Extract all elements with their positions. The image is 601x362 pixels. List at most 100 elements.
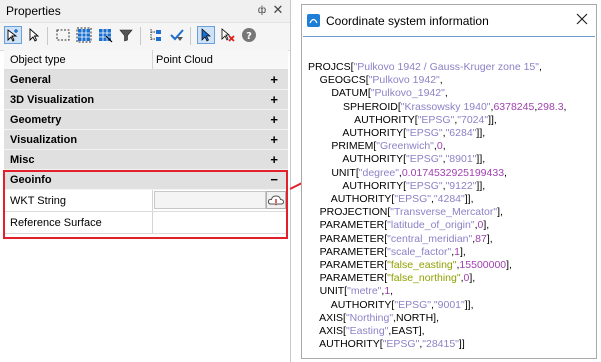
- expand-icon[interactable]: +: [270, 70, 278, 90]
- wkt-keyword: ],: [506, 259, 512, 272]
- wkt-text-area[interactable]: PROJCS["Pulkovo 1942 / Gauss-Kruger zone…: [303, 36, 595, 359]
- category-label: Visualization: [10, 134, 78, 146]
- select-arrow-icon[interactable]: [25, 26, 43, 44]
- pointer-remove-icon[interactable]: [218, 26, 236, 44]
- close-icon[interactable]: [575, 12, 589, 26]
- wkt-string: "Pulkovo 1942": [368, 74, 440, 87]
- wkt-line: PARAMETER["latitude_of_origin",0],: [308, 219, 566, 232]
- wkt-keyword: ,NORTH],: [393, 311, 439, 324]
- coordinate-window: Coordinate system information PROJCS["Pu…: [301, 4, 597, 359]
- filter-funnel-icon[interactable]: [117, 26, 135, 44]
- wkt-line: PRIMEM["Greenwich",0,: [308, 140, 566, 153]
- select-grid-alt-icon[interactable]: [96, 26, 114, 44]
- object-type-value: Point Cloud: [156, 54, 213, 66]
- toolbar-divider: [47, 27, 48, 45]
- wkt-string-field[interactable]: [154, 191, 266, 209]
- collapse-icon[interactable]: −: [270, 170, 278, 190]
- properties-panel: Properties ф ✕ ? Object type Point Cloud…: [0, 0, 291, 362]
- wkt-string: "4284": [433, 193, 465, 206]
- wkt-keyword: ]],: [476, 153, 486, 166]
- category-label: Geometry: [10, 114, 62, 126]
- wkt-string: "EPSG": [382, 338, 420, 351]
- wkt-string: "8901": [445, 153, 477, 166]
- column-divider: [152, 212, 153, 233]
- wkt-line: SPHEROID["Krassowsky 1940",6378245,298.3…: [308, 101, 566, 114]
- wkt-string: "degree": [358, 166, 399, 179]
- wkt-keyword: ]],: [488, 113, 497, 126]
- select-rect-icon[interactable]: [54, 26, 72, 44]
- wkt-string: "Easting": [345, 325, 389, 338]
- wkt-line: PARAMETER["scale_factor",1],: [308, 246, 566, 259]
- wkt-keyword: PARAMETER[: [308, 245, 388, 258]
- wkt-string: "EPSG": [406, 179, 443, 192]
- toolbar-divider: [140, 27, 141, 45]
- wkt-keyword: ]],: [464, 193, 474, 206]
- close-icon[interactable]: ✕: [272, 3, 284, 17]
- object-type-label: Object type: [10, 54, 66, 66]
- wkt-keyword: PROJCS[: [308, 61, 354, 73]
- wkt-line: DATUM["Pulkovo_1942",: [308, 87, 566, 100]
- wkt-number: 0.0174532925199433: [401, 166, 505, 179]
- wkt-number: 6378245: [493, 100, 535, 113]
- wkt-keyword: AXIS[: [308, 325, 346, 338]
- wkt-keyword: ]]: [458, 338, 465, 351]
- wkt-keyword: ]],: [476, 179, 486, 192]
- expand-icon[interactable]: +: [270, 90, 278, 110]
- wkt-keyword: AUTHORITY[: [308, 113, 418, 126]
- wkt-keyword: AUTHORITY[: [308, 127, 407, 140]
- toolbar-divider: [190, 27, 191, 45]
- category-3d-visualization[interactable]: 3D Visualization +: [4, 90, 288, 110]
- wkt-line: AUTHORITY["EPSG","9122"]],: [308, 180, 566, 193]
- wkt-keyword: UNIT[: [308, 166, 359, 179]
- wkt-line: PARAMETER["central_meridian",87],: [308, 233, 566, 246]
- category-geoinfo[interactable]: Geoinfo −: [4, 170, 288, 190]
- wkt-keyword: UNIT[: [308, 285, 348, 298]
- wkt-keyword: PARAMETER[: [308, 259, 388, 272]
- category-geometry[interactable]: Geometry +: [4, 110, 288, 130]
- wkt-line: UNIT["metre",1,: [308, 285, 566, 298]
- category-label: General: [10, 74, 51, 86]
- coordinate-title-bar: Coordinate system information: [302, 5, 596, 35]
- wkt-line: PROJCS["Pulkovo 1942 / Gauss-Kruger zone…: [308, 61, 566, 74]
- wkt-string: "central_meridian": [387, 232, 473, 245]
- expand-icon[interactable]: +: [270, 110, 278, 130]
- wkt-keyword: DATUM[: [308, 87, 371, 100]
- wkt-keyword: PROJECTION[: [308, 206, 391, 219]
- wkt-number: 87: [475, 232, 487, 245]
- wkt-param-name: "false_northing": [387, 272, 461, 285]
- expand-icon[interactable]: +: [270, 130, 278, 150]
- wkt-string: "latitude_of_origin": [387, 219, 475, 232]
- wkt-line: PARAMETER["false_easting",15500000],: [308, 259, 566, 272]
- wkt-string: "EPSG": [394, 298, 431, 311]
- wkt-keyword: PARAMETER[: [308, 232, 388, 245]
- reference-surface-row: Reference Surface: [4, 212, 288, 234]
- wkt-string: "Krassowsky 1940": [400, 100, 491, 113]
- tree-icon[interactable]: [147, 26, 165, 44]
- category-label: Geoinfo: [10, 174, 52, 186]
- category-misc[interactable]: Misc +: [4, 150, 288, 170]
- column-divider: [152, 50, 153, 69]
- category-visualization[interactable]: Visualization +: [4, 130, 288, 150]
- add-point-icon[interactable]: [4, 26, 22, 44]
- cloud-icon: [267, 195, 285, 206]
- wkt-keyword: SPHEROID[: [308, 100, 401, 113]
- cloud-info-button[interactable]: [266, 191, 286, 209]
- wkt-keyword: ]],: [464, 298, 474, 311]
- expand-icon[interactable]: +: [270, 150, 278, 170]
- wkt-keyword: ,: [539, 61, 542, 73]
- wkt-line: AUTHORITY["EPSG","7024"]],: [308, 114, 566, 127]
- wkt-keyword: ,: [444, 87, 448, 100]
- wkt-string: "Northing": [345, 311, 394, 324]
- pin-icon[interactable]: ф: [256, 4, 268, 17]
- category-general[interactable]: General +: [4, 70, 288, 90]
- wkt-string: "Transverse_Mercator": [390, 206, 498, 219]
- wkt-keyword: ],: [469, 272, 476, 285]
- wkt-line: AUTHORITY["EPSG","6284"]],: [308, 127, 566, 140]
- wkt-line: PARAMETER["false_northing",0],: [308, 272, 566, 285]
- pointer-active-icon[interactable]: [197, 26, 215, 44]
- wkt-string: "6284": [445, 127, 477, 140]
- select-grid-icon[interactable]: [75, 26, 93, 44]
- wkt-keyword: ,: [390, 285, 394, 298]
- check-filter-icon[interactable]: [168, 26, 186, 44]
- help-icon[interactable]: ?: [240, 26, 258, 44]
